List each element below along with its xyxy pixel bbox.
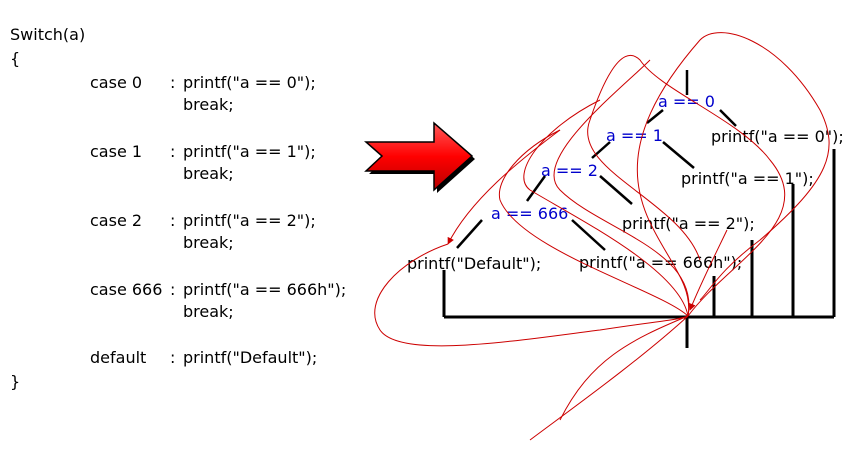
action-a-eq-1: printf("a == 1"); <box>681 169 814 188</box>
action-a-eq-0: printf("a == 0"); <box>711 127 844 146</box>
action-a-eq-2: printf("a == 2"); <box>622 214 755 233</box>
condition-a-eq-1: a == 1 <box>606 126 663 145</box>
condition-a-eq-2: a == 2 <box>541 161 598 180</box>
transform-arrow <box>364 121 474 192</box>
condition-a-eq-0: a == 0 <box>658 92 715 111</box>
action-leaves: printf("a == 0"); printf("a == 1"); prin… <box>407 127 844 273</box>
action-default: printf("Default"); <box>407 254 541 273</box>
condition-a-eq-666: a == 666 <box>491 204 568 223</box>
execution-path-curves <box>374 32 830 441</box>
diagram-canvas: a == 0 a == 1 a == 2 a == 666 printf("a … <box>364 32 844 441</box>
